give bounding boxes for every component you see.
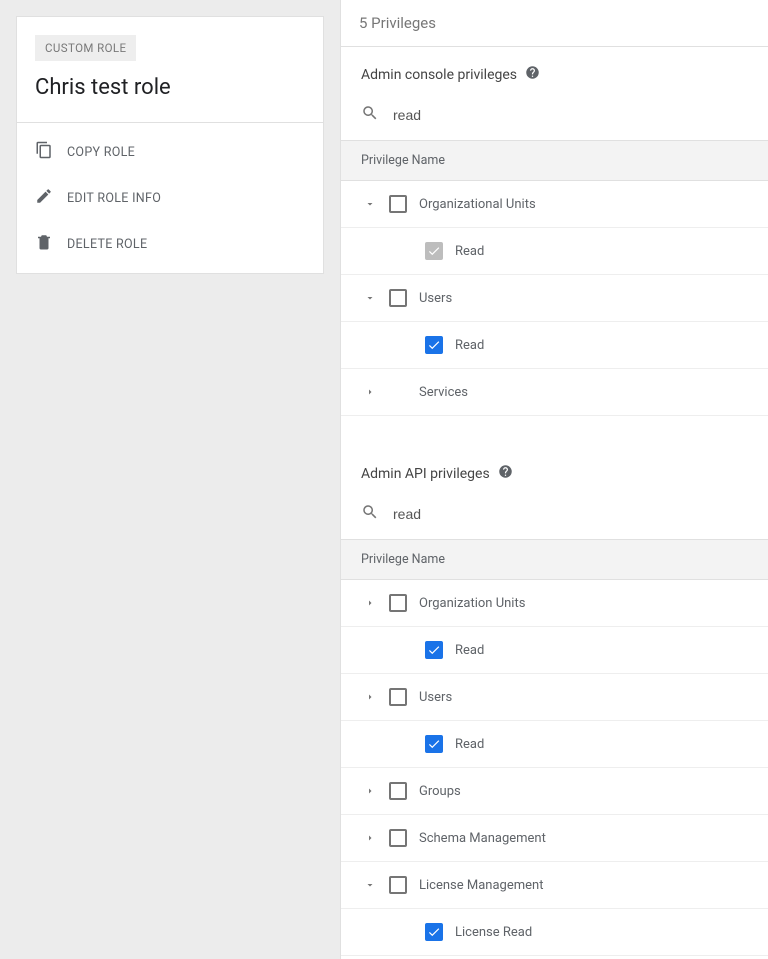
- privilege-label: Read: [455, 737, 484, 752]
- privilege-label: Read: [455, 643, 484, 658]
- privilege-label: Users: [419, 291, 452, 306]
- privilege-row: Organization Units: [341, 580, 768, 627]
- privilege-label: License Read: [455, 925, 532, 940]
- privilege-row: Users: [341, 275, 768, 322]
- chevron-right-icon[interactable]: [359, 780, 381, 802]
- privilege-label: Organizational Units: [419, 197, 536, 212]
- privilege-checkbox[interactable]: [425, 735, 443, 753]
- privilege-checkbox[interactable]: [425, 923, 443, 941]
- trash-icon: [35, 233, 53, 255]
- privilege-row: Groups: [341, 768, 768, 815]
- privilege-checkbox[interactable]: [389, 594, 407, 612]
- privilege-checkbox[interactable]: [389, 829, 407, 847]
- privilege-row: Users: [341, 674, 768, 721]
- chevron-down-icon[interactable]: [359, 874, 381, 896]
- role-sidebar: CUSTOM ROLE Chris test role COPY ROLE ED…: [0, 0, 340, 959]
- copy-role-button[interactable]: COPY ROLE: [17, 129, 323, 175]
- privilege-checkbox[interactable]: [389, 782, 407, 800]
- action-label: DELETE ROLE: [67, 237, 147, 252]
- chevron-right-icon[interactable]: [359, 686, 381, 708]
- help-icon[interactable]: [498, 464, 513, 483]
- action-label: EDIT ROLE INFO: [67, 191, 161, 206]
- privilege-checkbox[interactable]: [389, 688, 407, 706]
- privileges-panel: 5 Privileges Admin console privileges Pr…: [340, 0, 768, 959]
- admin-console-privileges-panel: Admin console privileges Privilege Name …: [341, 47, 768, 416]
- edit-role-info-button[interactable]: EDIT ROLE INFO: [17, 175, 323, 221]
- chevron-down-icon[interactable]: [359, 193, 381, 215]
- privilege-label: Read: [455, 338, 484, 353]
- role-type-chip: CUSTOM ROLE: [35, 35, 136, 61]
- privilege-checkbox[interactable]: [425, 641, 443, 659]
- role-name: Chris test role: [35, 75, 305, 100]
- privilege-row: Services: [341, 369, 768, 416]
- privilege-row: Read: [341, 721, 768, 768]
- help-icon[interactable]: [525, 65, 540, 84]
- privilege-label: License Management: [419, 878, 543, 893]
- privilege-checkbox: [425, 242, 443, 260]
- privilege-row: Schema Management: [341, 815, 768, 862]
- privilege-row: Read: [341, 322, 768, 369]
- delete-role-button[interactable]: DELETE ROLE: [17, 221, 323, 267]
- privilege-label: Read: [455, 244, 484, 259]
- action-label: COPY ROLE: [67, 145, 135, 160]
- privilege-checkbox[interactable]: [425, 336, 443, 354]
- column-header: Privilege Name: [341, 141, 768, 181]
- privilege-label: Organization Units: [419, 596, 525, 611]
- privilege-label: Groups: [419, 784, 461, 799]
- pencil-icon: [35, 187, 53, 209]
- privilege-checkbox[interactable]: [389, 195, 407, 213]
- privileges-title: 5 Privileges: [341, 0, 768, 47]
- privilege-row: Read: [341, 228, 768, 275]
- search-icon: [361, 104, 379, 126]
- panel-heading: Admin console privileges: [361, 67, 517, 83]
- privilege-row: Organizational Units: [341, 181, 768, 228]
- chevron-right-icon[interactable]: [359, 827, 381, 849]
- privilege-checkbox[interactable]: [389, 876, 407, 894]
- chevron-down-icon[interactable]: [359, 287, 381, 309]
- copy-icon: [35, 141, 53, 163]
- admin-api-privileges-panel: Admin API privileges Privilege Name Orga…: [341, 446, 768, 959]
- column-header: Privilege Name: [341, 540, 768, 580]
- api-search-input[interactable]: [391, 505, 748, 523]
- privilege-row: License Read: [341, 909, 768, 956]
- privilege-row: Read: [341, 627, 768, 674]
- privilege-label: Users: [419, 690, 452, 705]
- role-card: CUSTOM ROLE Chris test role COPY ROLE ED…: [16, 16, 324, 274]
- chevron-right-icon[interactable]: [359, 381, 381, 403]
- privilege-label: Schema Management: [419, 831, 546, 846]
- console-privilege-list: Organizational Units Read Users Read Service…: [341, 181, 768, 416]
- chevron-right-icon[interactable]: [359, 592, 381, 614]
- search-icon: [361, 503, 379, 525]
- privilege-row: License Management: [341, 862, 768, 909]
- privilege-checkbox[interactable]: [389, 289, 407, 307]
- console-search-input[interactable]: [391, 106, 748, 124]
- panel-heading: Admin API privileges: [361, 466, 490, 482]
- privilege-label: Services: [419, 385, 468, 400]
- api-privilege-list: Organization Units Read Users Read Groups Sch…: [341, 580, 768, 959]
